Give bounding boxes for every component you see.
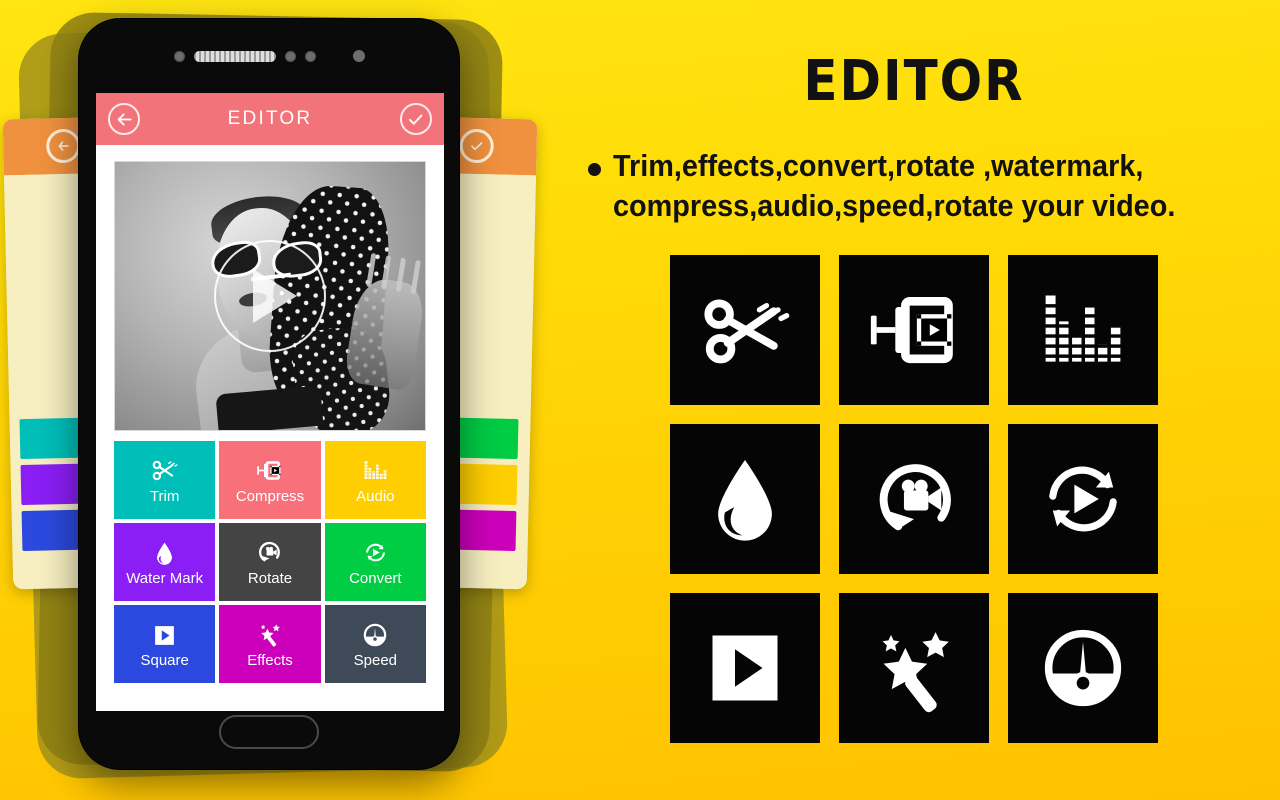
feature-icon-cell-speed[interactable]: [1008, 593, 1158, 744]
tool-tile-audio[interactable]: Audio: [324, 441, 426, 519]
tool-label: Trim: [149, 488, 180, 505]
feature-icon-cell-rotate[interactable]: [839, 424, 989, 575]
check-circle-icon: [459, 128, 495, 164]
bullet-dot-icon: [588, 163, 601, 176]
light-sensor-icon: [304, 50, 316, 62]
promo-title: EDITOR: [803, 48, 1025, 114]
tool-label: Rotate: [247, 570, 293, 587]
check-circle-icon[interactable]: [399, 103, 432, 135]
tool-label: Square: [140, 652, 189, 669]
feature-icon-cell-compress[interactable]: [839, 255, 989, 406]
tool-tile-square[interactable]: Square: [114, 605, 216, 683]
tool-grid: Trim Compress Audio Water Mark Rotate Co…: [96, 441, 444, 697]
tool-label: Convert: [349, 570, 402, 587]
page-title: EDITOR: [227, 108, 313, 129]
feature-icon-cell-audio[interactable]: [1008, 255, 1158, 406]
home-button[interactable]: [219, 715, 319, 749]
rotate-camera-icon: [256, 538, 283, 566]
equalizer-icon: [361, 456, 389, 484]
back-arrow-icon: [45, 128, 81, 164]
tool-label: Speed: [353, 652, 398, 669]
feature-icon-cell-effects[interactable]: [839, 593, 989, 744]
tool-tile-rotate[interactable]: Rotate: [219, 523, 321, 601]
equalizer-icon: [1037, 284, 1129, 377]
tool-tile-convert[interactable]: Convert: [324, 523, 426, 601]
feature-icon-cell-square[interactable]: [670, 593, 820, 744]
phone-mockup-panel: EDITOR Trim Compress Audio Water Mark Ro…: [0, 0, 540, 800]
portrait-dress: [215, 385, 325, 430]
feature-icon-grid: [670, 255, 1158, 744]
speedometer-icon: [362, 620, 388, 648]
tool-tile-speed[interactable]: Speed: [324, 605, 426, 683]
convert-icon: [362, 538, 389, 566]
rotate-camera-icon: [868, 453, 960, 545]
speedometer-icon: [1039, 624, 1127, 712]
tool-tile-effects[interactable]: Effects: [219, 605, 321, 683]
promo-panel: EDITOR Trim,effects,convert,rotate ,wate…: [548, 0, 1280, 800]
tool-label: Audio: [356, 488, 395, 505]
feature-icon-cell-trim[interactable]: [670, 255, 820, 406]
earpiece-speaker: [193, 50, 276, 62]
phone-screen: EDITOR Trim Compress Audio Water Mark Ro…: [96, 93, 444, 711]
feature-icon-cell-watermark[interactable]: [670, 424, 820, 575]
water-drop-icon: [152, 538, 177, 566]
phone-top-bezel: [79, 19, 459, 93]
video-preview-container: [96, 145, 444, 441]
video-preview[interactable]: [114, 161, 426, 431]
magic-wand-icon: [868, 622, 960, 714]
square-play-icon: [152, 620, 177, 648]
tool-tile-trim[interactable]: Trim: [114, 441, 216, 519]
notification-led-icon: [352, 50, 365, 62]
play-circle-icon[interactable]: [214, 240, 326, 352]
promo-feature-line-2: compress,audio,speed,rotate your video.: [613, 187, 1176, 223]
phone-device: EDITOR Trim Compress Audio Water Mark Ro…: [78, 18, 460, 770]
square-play-icon: [705, 628, 785, 708]
convert-icon: [1037, 453, 1129, 545]
tool-label: Water Mark: [126, 570, 204, 587]
scissors-icon: [151, 456, 178, 484]
water-drop-icon: [702, 456, 788, 542]
magic-wand-icon: [256, 620, 283, 648]
promo-feature-bullet: Trim,effects,convert,rotate ,watermark, …: [574, 146, 1254, 225]
tool-label: Compress: [235, 488, 305, 505]
compress-icon: [868, 284, 960, 376]
feature-icon-cell-convert[interactable]: [1008, 424, 1158, 575]
play-triangle-icon: [252, 269, 297, 323]
promo-feature-line-1: Trim,effects,convert,rotate ,watermark,: [613, 148, 1144, 183]
front-camera-icon: [173, 50, 185, 62]
tool-label: Effects: [247, 652, 293, 669]
tool-tile-water-mark[interactable]: Water Mark: [114, 523, 216, 601]
tool-tile-compress[interactable]: Compress: [219, 441, 321, 519]
back-arrow-icon[interactable]: [108, 103, 140, 135]
proximity-sensor-icon: [284, 50, 296, 62]
promo-feature-text: Trim,effects,convert,rotate ,watermark, …: [613, 146, 1175, 225]
scissors-icon: [699, 284, 791, 376]
compress-icon: [256, 456, 283, 484]
app-bar: EDITOR: [96, 93, 444, 145]
